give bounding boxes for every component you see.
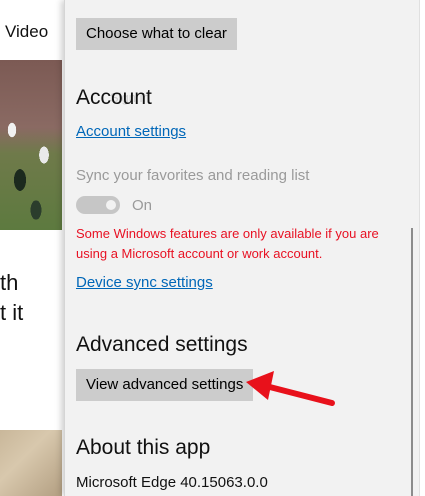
sync-label: Sync your favorites and reading list (76, 167, 310, 184)
version-text: Microsoft Edge 40.15063.0.0 (76, 474, 268, 491)
sync-toggle[interactable] (76, 196, 120, 214)
settings-pane: Choose what to clear Sign in Account Acc… (64, 0, 420, 496)
advanced-settings-heading: Advanced settings (76, 333, 248, 356)
sync-warning-text: Some Windows features are only available… (76, 226, 379, 261)
red-arrow-annotation (246, 371, 335, 406)
background-text-line-1: th (0, 270, 19, 295)
account-heading: Account (76, 86, 152, 109)
arrow-head (246, 371, 274, 400)
account-settings-link[interactable]: Account settings (76, 123, 186, 140)
video-tab-label: Video (5, 22, 49, 41)
arrow-shaft (259, 382, 335, 406)
background-page: Video th t it (0, 0, 64, 496)
view-advanced-settings-button[interactable]: View advanced settings (76, 369, 254, 401)
background-text-line-2: t it (0, 300, 24, 325)
scrollbar[interactable] (411, 228, 413, 496)
about-heading: About this app (76, 436, 211, 459)
sync-toggle-state: On (132, 197, 153, 214)
window-edge (419, 0, 425, 496)
toggle-knob (106, 200, 116, 210)
device-sync-settings-link[interactable]: Device sync settings (76, 274, 213, 291)
background-video-thumbnail (0, 60, 62, 230)
background-thumbnail-2 (0, 430, 62, 496)
choose-what-to-clear-button[interactable]: Choose what to clear (76, 18, 237, 50)
